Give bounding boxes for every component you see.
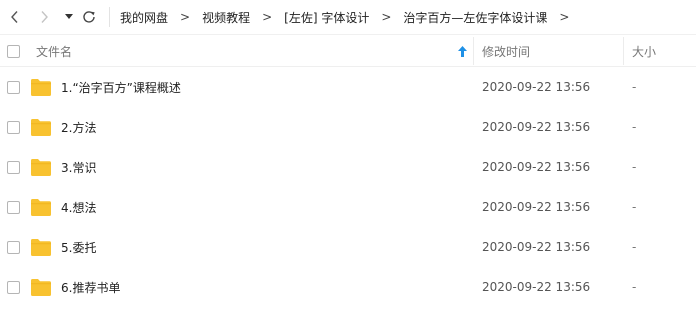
breadcrumb-item-my-drive[interactable]: 我的网盘 xyxy=(120,9,168,26)
file-list-header: 文件名 修改时间 大小 xyxy=(0,34,696,67)
row-checkbox[interactable] xyxy=(7,281,20,294)
refresh-icon xyxy=(83,11,95,23)
folder-row[interactable]: 3.常识 2020-09-22 13:56 - xyxy=(0,147,696,187)
file-size: - xyxy=(632,240,637,254)
breadcrumb-item-font-design[interactable]: [左佐] 字体设计 xyxy=(284,9,369,26)
folder-icon xyxy=(31,119,51,136)
row-checkbox[interactable] xyxy=(7,161,20,174)
modified-time: 2020-09-22 13:56 xyxy=(482,240,591,254)
file-name[interactable]: 4.想法 xyxy=(61,187,96,227)
back-button[interactable] xyxy=(6,8,24,26)
folder-icon xyxy=(31,239,51,256)
row-checkbox[interactable] xyxy=(7,81,20,94)
folder-row[interactable]: 1.“治字百方”课程概述 2020-09-22 13:56 - xyxy=(0,67,696,107)
column-header-name[interactable]: 文件名 xyxy=(36,35,72,67)
folder-row[interactable]: 2.方法 2020-09-22 13:56 - xyxy=(0,107,696,147)
folder-row[interactable]: 6.推荐书单 2020-09-22 13:56 - xyxy=(0,267,696,307)
file-size: - xyxy=(632,200,637,214)
file-size: - xyxy=(632,80,637,94)
folder-row[interactable]: 4.想法 2020-09-22 13:56 - xyxy=(0,187,696,227)
file-size: - xyxy=(632,160,637,174)
refresh-button[interactable] xyxy=(80,8,98,26)
folder-icon xyxy=(31,279,51,296)
file-size: - xyxy=(632,120,637,134)
breadcrumb-item-video-tutorials[interactable]: 视频教程 xyxy=(202,9,250,26)
modified-time: 2020-09-22 13:56 xyxy=(482,160,591,174)
toolbar-divider xyxy=(109,7,110,27)
file-name[interactable]: 1.“治字百方”课程概述 xyxy=(61,67,181,107)
folder-icon xyxy=(31,159,51,176)
modified-time: 2020-09-22 13:56 xyxy=(482,280,591,294)
breadcrumb: 我的网盘 > 视频教程 > [左佐] 字体设计 > 治字百方—左佐字体设计课 > xyxy=(120,0,581,34)
column-header-modified[interactable]: 修改时间 xyxy=(482,35,530,67)
file-name[interactable]: 6.推荐书单 xyxy=(61,267,120,307)
file-name[interactable]: 2.方法 xyxy=(61,107,96,147)
folder-icon xyxy=(31,199,51,216)
breadcrumb-separator: > xyxy=(381,10,392,24)
modified-time: 2020-09-22 13:56 xyxy=(482,80,591,94)
history-dropdown-button[interactable] xyxy=(60,8,78,26)
column-divider[interactable] xyxy=(473,37,474,65)
breadcrumb-item-course[interactable]: 治字百方—左佐字体设计课 xyxy=(403,9,547,26)
folder-row[interactable]: 5.委托 2020-09-22 13:56 - xyxy=(0,227,696,267)
column-header-size[interactable]: 大小 xyxy=(632,35,656,67)
chevron-left-icon xyxy=(11,11,18,23)
modified-time: 2020-09-22 13:56 xyxy=(482,120,591,134)
row-checkbox[interactable] xyxy=(7,201,20,214)
file-name[interactable]: 5.委托 xyxy=(61,227,96,267)
forward-button[interactable] xyxy=(35,8,53,26)
caret-down-icon xyxy=(65,14,73,19)
file-size: - xyxy=(632,280,637,294)
chevron-right-icon xyxy=(41,11,48,23)
row-checkbox[interactable] xyxy=(7,121,20,134)
select-all-checkbox[interactable] xyxy=(7,45,20,58)
breadcrumb-separator: > xyxy=(180,10,191,24)
row-checkbox[interactable] xyxy=(7,241,20,254)
navigation-toolbar: 我的网盘 > 视频教程 > [左佐] 字体设计 > 治字百方—左佐字体设计课 > xyxy=(0,0,696,34)
breadcrumb-separator: > xyxy=(262,10,273,24)
folder-icon xyxy=(31,79,51,96)
arrow-up-icon[interactable] xyxy=(458,46,467,57)
breadcrumb-separator[interactable]: > xyxy=(559,10,569,24)
modified-time: 2020-09-22 13:56 xyxy=(482,200,591,214)
file-name[interactable]: 3.常识 xyxy=(61,147,96,187)
column-divider[interactable] xyxy=(623,37,624,65)
